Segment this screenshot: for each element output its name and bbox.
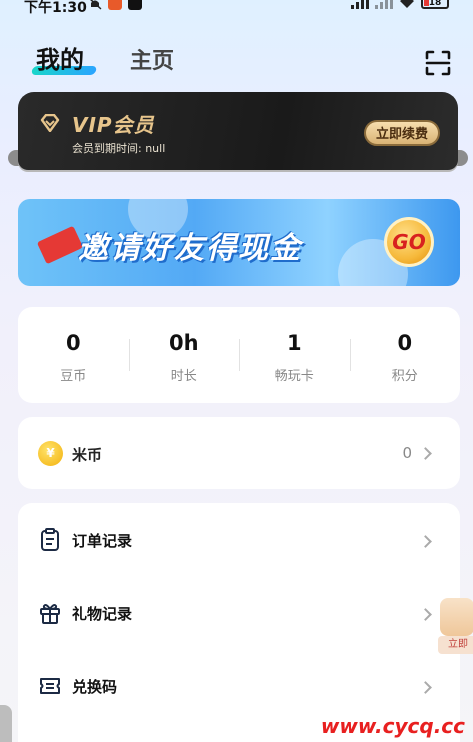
floating-gift-badge[interactable]: 立即 <box>438 598 473 656</box>
stat-label: 积分 <box>391 369 418 384</box>
stat-value: 1 <box>286 331 302 355</box>
gift-box-icon <box>440 598 473 636</box>
vip-title: VIP会员 <box>72 113 155 137</box>
stat-label: 豆币 <box>60 369 87 384</box>
menu-item-label: 兑换码 <box>72 678 118 696</box>
red-envelope-icon <box>36 225 84 265</box>
header-tabs: 我的 主页 <box>36 40 174 75</box>
stat-duration[interactable]: 0h 时长 <box>128 307 240 403</box>
notification-icons <box>88 0 142 10</box>
menu-item-orders[interactable]: 订单记录 <box>18 508 460 568</box>
stat-label: 畅玩卡 <box>274 369 314 384</box>
status-time: 下午1:30 <box>24 0 87 16</box>
ticket-icon <box>40 678 60 694</box>
order-icon <box>41 528 59 551</box>
menu-item-label: 订单记录 <box>72 532 133 550</box>
go-button[interactable]: GO <box>384 217 434 267</box>
stat-bean-coin[interactable]: 0 豆币 <box>18 307 129 403</box>
watermark: www.cycq.cc <box>320 714 465 738</box>
chevron-right-icon <box>419 681 432 694</box>
stat-label: 时长 <box>170 369 197 384</box>
chevron-right-icon <box>419 608 432 621</box>
capcut-icon <box>128 0 142 10</box>
battery-icon: 18 <box>421 0 449 9</box>
battery-level: 18 <box>428 0 442 8</box>
chevron-right-icon <box>419 447 432 460</box>
coin-icon: ¥ <box>38 441 63 466</box>
diamond-icon <box>40 114 60 132</box>
mi-coin-amount: 0 <box>402 444 412 462</box>
vip-expiry: 会员到期时间: null <box>72 142 166 155</box>
invite-banner[interactable]: 邀请好友得现金 GO <box>18 199 460 286</box>
bell-muted-icon <box>90 0 102 10</box>
renew-button[interactable]: 立即续费 <box>363 120 440 146</box>
signal-2-icon <box>375 0 393 9</box>
vip-card[interactable]: VIP会员 会员到期时间: null 立即续费 <box>18 92 458 170</box>
stat-points[interactable]: 0 积分 <box>349 307 461 403</box>
floating-badge-label: 立即 <box>438 636 473 654</box>
menu-item-label: 礼物记录 <box>72 605 133 623</box>
gift-icon <box>40 604 60 624</box>
side-drag-handle[interactable] <box>0 705 12 742</box>
status-bar: 下午1:30 18 <box>0 0 473 16</box>
system-icons: 18 <box>351 0 449 9</box>
menu-item-gifts[interactable]: 礼物记录 <box>18 581 460 641</box>
menu-list: 订单记录 礼物记录 兑换码 <box>18 503 460 742</box>
chevron-right-icon <box>419 535 432 548</box>
menu-item-redeem-code[interactable]: 兑换码 <box>18 654 460 714</box>
app-notification-icon <box>108 0 122 10</box>
stat-value: 0h <box>168 331 199 355</box>
stat-play-card[interactable]: 1 畅玩卡 <box>239 307 350 403</box>
tab-mine[interactable]: 我的 <box>36 40 84 75</box>
tab-home[interactable]: 主页 <box>130 43 174 75</box>
stat-value: 0 <box>65 331 81 355</box>
mi-coin-label: 米币 <box>72 446 103 464</box>
stats-card: 0 豆币 0h 时长 1 畅玩卡 0 积分 <box>18 307 460 403</box>
stat-value: 0 <box>397 331 413 355</box>
scan-icon[interactable] <box>425 50 451 76</box>
signal-icon <box>351 0 369 9</box>
mi-coin-row[interactable]: ¥ 米币 0 <box>18 417 460 489</box>
wifi-icon <box>400 0 414 8</box>
invite-banner-text: 邀请好友得现金 <box>78 231 302 266</box>
